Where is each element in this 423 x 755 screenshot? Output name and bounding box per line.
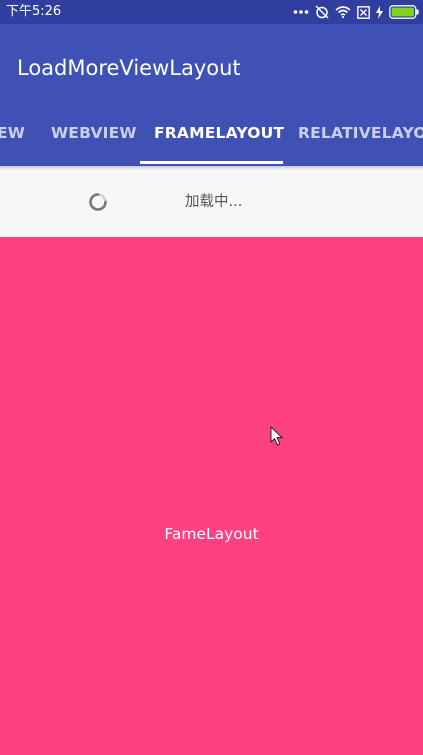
tab-relativelayout[interactable]: RELATIVELAYOUT <box>298 110 423 166</box>
frame-layout-label: FameLayout <box>164 525 259 543</box>
tab-webview[interactable]: WEBVIEW <box>51 110 137 166</box>
charging-bolt-icon <box>376 5 383 19</box>
status-bar: 下午5:26 <box>0 0 423 24</box>
status-icons <box>293 3 419 21</box>
sim-card-icon <box>357 5 370 19</box>
wifi-icon <box>335 6 351 18</box>
loading-spinner-icon <box>89 193 107 211</box>
more-dots-icon <box>293 10 309 14</box>
alarm-off-icon <box>315 5 329 19</box>
screen: 下午5:26 LoadMoreViewLayout EW WEBVIEW FRA… <box>0 0 423 755</box>
frame-layout-content: FameLayout <box>0 237 423 755</box>
tab-framelayout[interactable]: FRAMELAYOUT <box>154 110 284 166</box>
status-time: 下午5:26 <box>6 4 62 19</box>
battery-icon <box>389 5 419 19</box>
app-title: LoadMoreViewLayout <box>17 56 241 80</box>
tab-listview[interactable]: EW <box>0 110 25 166</box>
mouse-cursor-icon <box>270 426 284 446</box>
tab-bar[interactable]: EW WEBVIEW FRAMELAYOUT RELATIVELAYOUT <box>0 110 423 166</box>
tab-indicator <box>140 161 283 164</box>
loading-text: 加载中... <box>185 194 243 210</box>
app-bar: LoadMoreViewLayout EW WEBVIEW FRAMELAYOU… <box>0 24 423 166</box>
loading-header: 加载中... <box>0 170 423 237</box>
